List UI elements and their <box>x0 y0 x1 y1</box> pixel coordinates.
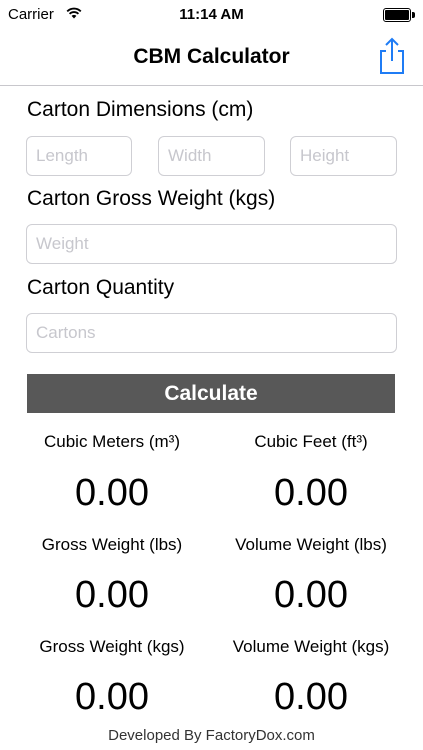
footer-credit: Developed By FactoryDox.com <box>108 727 315 744</box>
gross-weight-kgs-value: 0.00 <box>75 676 149 718</box>
length-input[interactable] <box>26 136 132 176</box>
quantity-label: Carton Quantity <box>27 276 175 299</box>
status-bar: Carrier 11:14 AM <box>0 0 423 30</box>
cubic-meters-label: Cubic Meters (m³) <box>43 432 180 451</box>
share-icon[interactable] <box>375 36 409 76</box>
calculate-button[interactable]: Calculate <box>27 374 395 413</box>
width-input[interactable] <box>158 136 265 176</box>
status-time: 11:14 AM <box>179 6 244 23</box>
weight-input[interactable] <box>26 224 397 264</box>
battery-icon <box>383 8 415 22</box>
weight-label: Carton Gross Weight (kgs) <box>27 187 276 210</box>
navigation-bar: CBM Calculator <box>0 30 423 86</box>
cubic-meters-value: 0.00 <box>75 472 149 514</box>
volume-weight-kgs-label: Volume Weight (kgs) <box>232 637 390 656</box>
quantity-input[interactable] <box>26 313 397 353</box>
cubic-feet-label: Cubic Feet (ft³) <box>254 432 368 451</box>
gross-weight-kgs-label: Gross Weight (kgs) <box>39 637 185 656</box>
gross-weight-lbs-label: Gross Weight (lbs) <box>41 535 183 554</box>
volume-weight-lbs-label: Volume Weight (lbs) <box>235 535 387 554</box>
volume-weight-kgs-value: 0.00 <box>274 676 348 718</box>
volume-weight-lbs-value: 0.00 <box>274 574 348 616</box>
cubic-feet-value: 0.00 <box>274 472 348 514</box>
dimensions-label: Carton Dimensions (cm) <box>27 98 254 121</box>
page-title: CBM Calculator <box>133 45 290 68</box>
gross-weight-lbs-value: 0.00 <box>75 574 149 616</box>
height-input[interactable] <box>290 136 397 176</box>
